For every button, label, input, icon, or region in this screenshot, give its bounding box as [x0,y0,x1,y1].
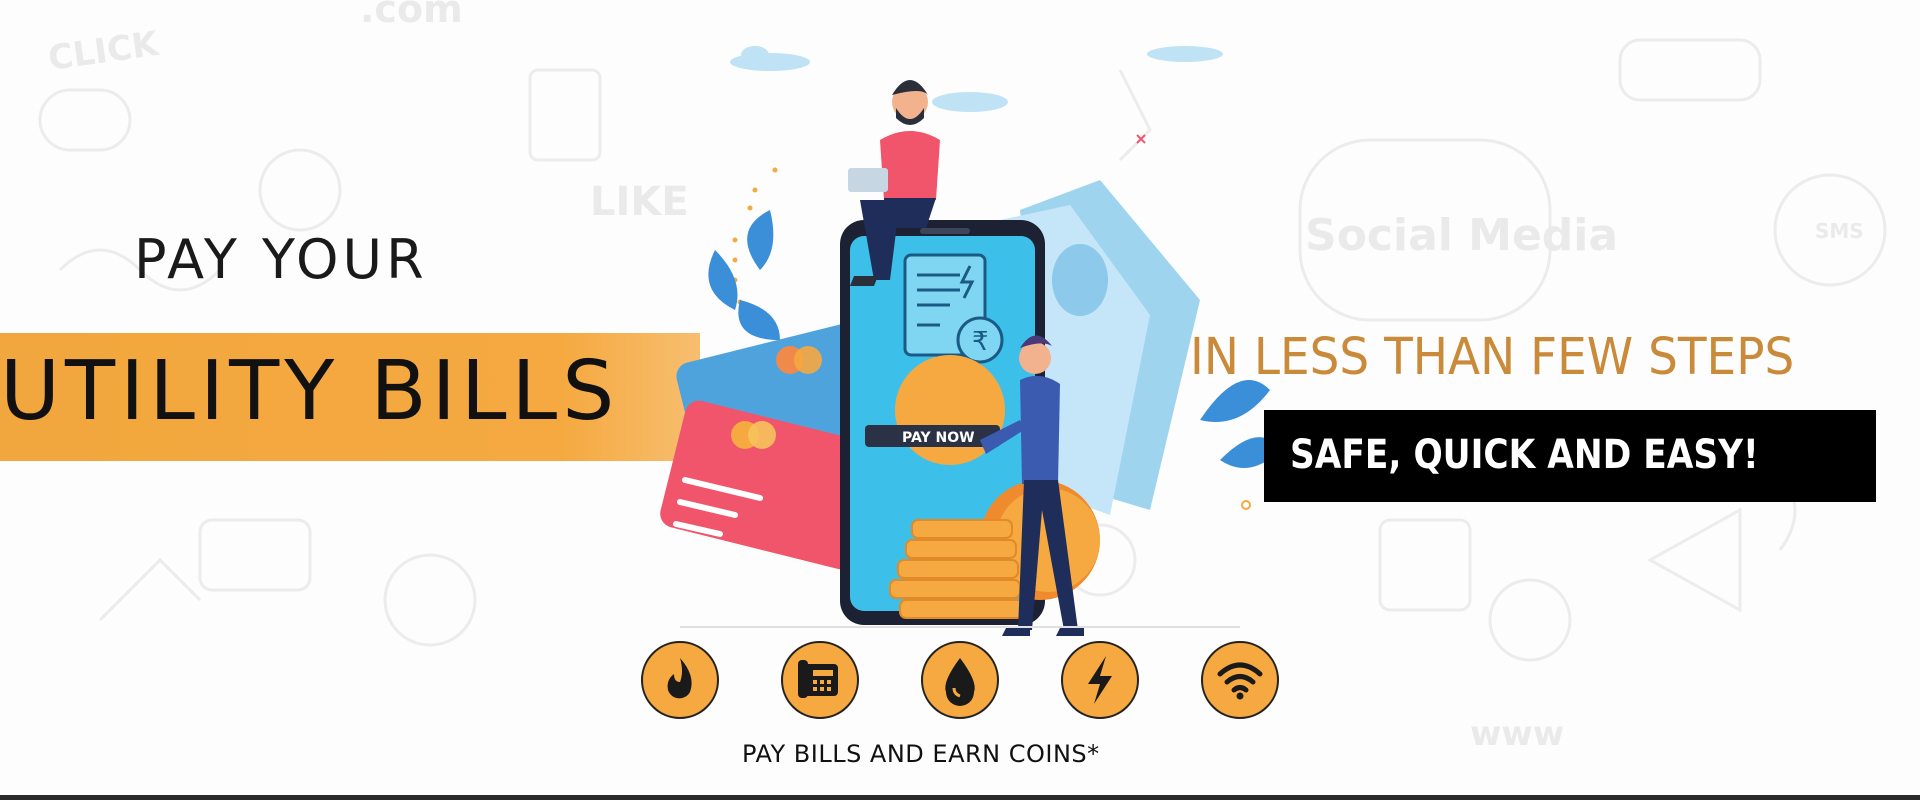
utility-icons-row [640,640,1320,740]
earn-coins-caption: PAY BILLS AND EARN COINS* [742,740,1100,768]
doodle-com-text: .com [360,0,463,31]
highlight-text: SAFE, QUICK AND EASY! [1290,432,1759,478]
svg-text:₹: ₹ [972,327,989,357]
headline-pay-your: PAY YOUR [134,228,428,291]
doodle-www-text: www [1470,714,1564,754]
doodle-click-text: CLICK [46,24,163,79]
bottom-divider [0,795,1920,800]
clouds [730,46,1223,112]
tagline: IN LESS THAN FEW STEPS [1190,328,1795,387]
doodle-sms-text: SMS [1815,219,1864,243]
doodle-social-media-text: Social Media [1305,210,1618,261]
utility-bills-banner[interactable]: .com CLICK LIKE Social Media SMS www PAY… [0,0,1920,800]
water-drop-icon[interactable] [920,640,1000,720]
telephone-icon[interactable] [780,640,860,720]
wifi-icon[interactable] [1200,640,1280,720]
pay-now-button[interactable]: PAY NOW [902,430,975,446]
payment-illustration: ₹ PAY NOW [660,46,1280,636]
lightning-icon[interactable] [1060,640,1140,720]
headline-utility-bills: UTILITY BILLS [0,344,620,439]
flame-icon[interactable] [640,640,720,720]
